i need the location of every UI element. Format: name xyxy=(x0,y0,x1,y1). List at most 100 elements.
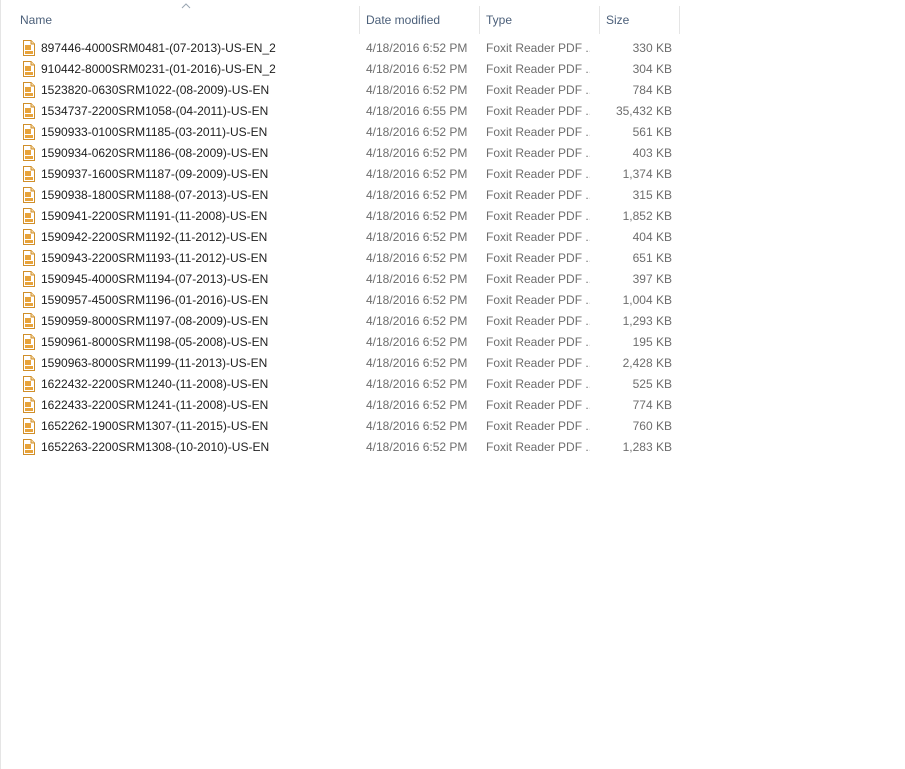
file-type: Foxit Reader PDF ... xyxy=(486,398,590,412)
column-resize-handle-size[interactable] xyxy=(679,6,680,34)
pdf-file-icon xyxy=(23,376,35,392)
pdf-file-icon xyxy=(23,145,35,161)
file-list: 897446-4000SRM0481-(07-2013)-US-EN_2 4/18… xyxy=(0,38,905,458)
file-type: Foxit Reader PDF ... xyxy=(486,209,590,223)
file-name: 910442-8000SRM0231-(01-2016)-US-EN_2 xyxy=(41,62,276,76)
file-date-modified: 4/18/2016 6:52 PM xyxy=(366,209,468,223)
file-size: 651 KB xyxy=(632,251,672,265)
file-date-modified: 4/18/2016 6:52 PM xyxy=(366,167,468,181)
file-date-modified: 4/18/2016 6:52 PM xyxy=(366,125,468,139)
file-row[interactable]: 1590961-8000SRM1198-(05-2008)-US-EN 4/18/… xyxy=(0,332,680,353)
file-type: Foxit Reader PDF ... xyxy=(486,440,590,454)
file-date-modified: 4/18/2016 6:52 PM xyxy=(366,419,468,433)
file-size: 315 KB xyxy=(632,188,672,202)
file-name: 1590938-1800SRM1188-(07-2013)-US-EN xyxy=(41,188,269,202)
file-size: 1,283 KB xyxy=(622,440,672,454)
pdf-file-icon xyxy=(23,271,35,287)
file-type: Foxit Reader PDF ... xyxy=(486,62,590,76)
file-date-modified: 4/18/2016 6:52 PM xyxy=(366,398,468,412)
file-row[interactable]: 1534737-2200SRM1058-(04-2011)-US-EN 4/18/… xyxy=(0,101,680,122)
file-name: 1590957-4500SRM1196-(01-2016)-US-EN xyxy=(41,293,269,307)
pdf-file-icon xyxy=(23,418,35,434)
file-row[interactable]: 1590941-2200SRM1191-(11-2008)-US-EN 4/18/… xyxy=(0,206,680,227)
pdf-file-icon xyxy=(23,313,35,329)
file-size: 760 KB xyxy=(632,419,672,433)
file-date-modified: 4/18/2016 6:52 PM xyxy=(366,146,468,160)
column-header-row: Name Date modified Type Size xyxy=(0,0,905,36)
pdf-file-icon xyxy=(23,166,35,182)
pdf-file-icon xyxy=(23,334,35,350)
file-name: 1622432-2200SRM1240-(11-2008)-US-EN xyxy=(41,377,269,391)
file-row[interactable]: 1622433-2200SRM1241-(11-2008)-US-EN 4/18/… xyxy=(0,395,680,416)
pdf-file-icon xyxy=(23,103,35,119)
file-row[interactable]: 1590959-8000SRM1197-(08-2009)-US-EN 4/18/… xyxy=(0,311,680,332)
file-type: Foxit Reader PDF ... xyxy=(486,41,590,55)
file-date-modified: 4/18/2016 6:52 PM xyxy=(366,335,468,349)
file-name: 1590933-0100SRM1185-(03-2011)-US-EN xyxy=(41,125,268,139)
pdf-file-icon xyxy=(23,229,35,245)
file-type: Foxit Reader PDF ... xyxy=(486,251,590,265)
file-date-modified: 4/18/2016 6:52 PM xyxy=(366,314,468,328)
file-type: Foxit Reader PDF ... xyxy=(486,230,590,244)
file-row[interactable]: 1652263-2200SRM1308-(10-2010)-US-EN 4/18/… xyxy=(0,437,680,458)
file-row[interactable]: 1590945-4000SRM1194-(07-2013)-US-EN 4/18/… xyxy=(0,269,680,290)
file-type: Foxit Reader PDF ... xyxy=(486,377,590,391)
file-type: Foxit Reader PDF ... xyxy=(486,314,590,328)
file-type: Foxit Reader PDF ... xyxy=(486,125,590,139)
file-date-modified: 4/18/2016 6:52 PM xyxy=(366,230,468,244)
file-name: 1523820-0630SRM1022-(08-2009)-US-EN xyxy=(41,83,270,97)
file-size: 525 KB xyxy=(632,377,672,391)
file-name: 1590959-8000SRM1197-(08-2009)-US-EN xyxy=(41,314,269,328)
file-date-modified: 4/18/2016 6:52 PM xyxy=(366,251,468,265)
file-name: 1590942-2200SRM1192-(11-2012)-US-EN xyxy=(41,230,268,244)
file-name: 897446-4000SRM0481-(07-2013)-US-EN_2 xyxy=(41,41,276,55)
file-size: 1,374 KB xyxy=(622,167,672,181)
file-name: 1652262-1900SRM1307-(11-2015)-US-EN xyxy=(41,419,269,433)
pdf-file-icon xyxy=(23,397,35,413)
pdf-file-icon xyxy=(23,61,35,77)
pdf-file-icon xyxy=(23,439,35,455)
file-row[interactable]: 1622432-2200SRM1240-(11-2008)-US-EN 4/18/… xyxy=(0,374,680,395)
file-name: 1590961-8000SRM1198-(05-2008)-US-EN xyxy=(41,335,269,349)
file-date-modified: 4/18/2016 6:52 PM xyxy=(366,188,468,202)
column-header-size[interactable]: Size xyxy=(600,6,679,34)
file-explorer-list-view: Name Date modified Type Size 897446-4000… xyxy=(0,0,905,769)
file-row[interactable]: 1590943-2200SRM1193-(11-2012)-US-EN 4/18/… xyxy=(0,248,680,269)
file-row[interactable]: 1590933-0100SRM1185-(03-2011)-US-EN 4/18/… xyxy=(0,122,680,143)
file-name: 1590945-4000SRM1194-(07-2013)-US-EN xyxy=(41,272,269,286)
column-header-name[interactable]: Name xyxy=(14,6,359,34)
file-size: 304 KB xyxy=(632,62,672,76)
file-row[interactable]: 897446-4000SRM0481-(07-2013)-US-EN_2 4/18… xyxy=(0,38,680,59)
file-type: Foxit Reader PDF ... xyxy=(486,146,590,160)
file-row[interactable]: 1590942-2200SRM1192-(11-2012)-US-EN 4/18/… xyxy=(0,227,680,248)
file-row[interactable]: 1523820-0630SRM1022-(08-2009)-US-EN 4/18/… xyxy=(0,80,680,101)
file-type: Foxit Reader PDF ... xyxy=(486,188,590,202)
file-row[interactable]: 1590937-1600SRM1187-(09-2009)-US-EN 4/18/… xyxy=(0,164,680,185)
file-row[interactable]: 910442-8000SRM0231-(01-2016)-US-EN_2 4/18… xyxy=(0,59,680,80)
file-row[interactable]: 1590957-4500SRM1196-(01-2016)-US-EN 4/18/… xyxy=(0,290,680,311)
file-date-modified: 4/18/2016 6:52 PM xyxy=(366,356,468,370)
file-row[interactable]: 1590934-0620SRM1186-(08-2009)-US-EN 4/18/… xyxy=(0,143,680,164)
file-size: 330 KB xyxy=(632,41,672,55)
file-size: 774 KB xyxy=(632,398,672,412)
file-name: 1590963-8000SRM1199-(11-2013)-US-EN xyxy=(41,356,268,370)
file-name: 1590943-2200SRM1193-(11-2012)-US-EN xyxy=(41,251,268,265)
file-row[interactable]: 1652262-1900SRM1307-(11-2015)-US-EN 4/18/… xyxy=(0,416,680,437)
pdf-file-icon xyxy=(23,292,35,308)
file-type: Foxit Reader PDF ... xyxy=(486,272,590,286)
file-row[interactable]: 1590963-8000SRM1199-(11-2013)-US-EN 4/18/… xyxy=(0,353,680,374)
file-date-modified: 4/18/2016 6:52 PM xyxy=(366,293,468,307)
file-row[interactable]: 1590938-1800SRM1188-(07-2013)-US-EN 4/18/… xyxy=(0,185,680,206)
pdf-file-icon xyxy=(23,250,35,266)
file-type: Foxit Reader PDF ... xyxy=(486,335,590,349)
column-header-type[interactable]: Type xyxy=(480,6,600,34)
file-name: 1652263-2200SRM1308-(10-2010)-US-EN xyxy=(41,440,270,454)
file-type: Foxit Reader PDF ... xyxy=(486,104,590,118)
file-size: 1,852 KB xyxy=(622,209,672,223)
file-name: 1590941-2200SRM1191-(11-2008)-US-EN xyxy=(41,209,268,223)
file-date-modified: 4/18/2016 6:52 PM xyxy=(366,440,468,454)
file-size: 403 KB xyxy=(632,146,672,160)
column-header-date-modified[interactable]: Date modified xyxy=(360,6,480,34)
file-size: 1,293 KB xyxy=(622,314,672,328)
file-type: Foxit Reader PDF ... xyxy=(486,167,590,181)
